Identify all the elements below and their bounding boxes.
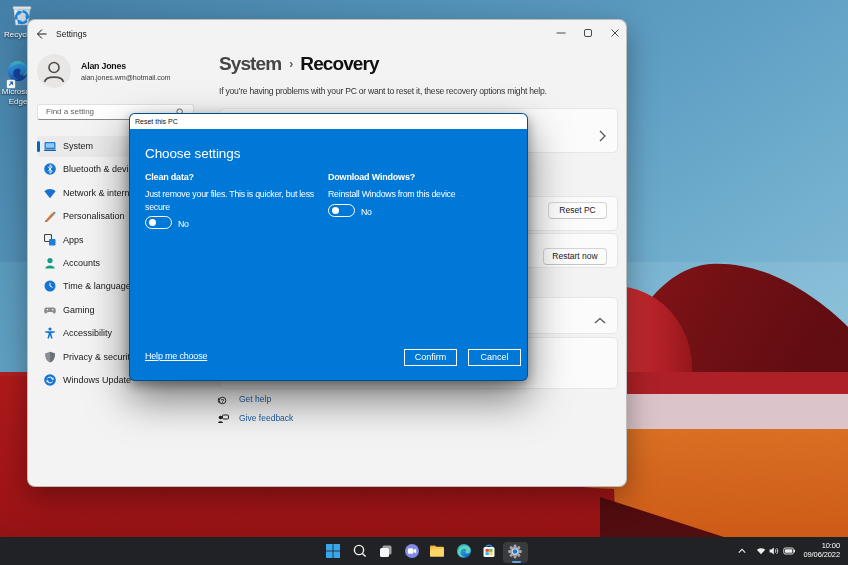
svg-text:?: ? bbox=[221, 398, 225, 404]
